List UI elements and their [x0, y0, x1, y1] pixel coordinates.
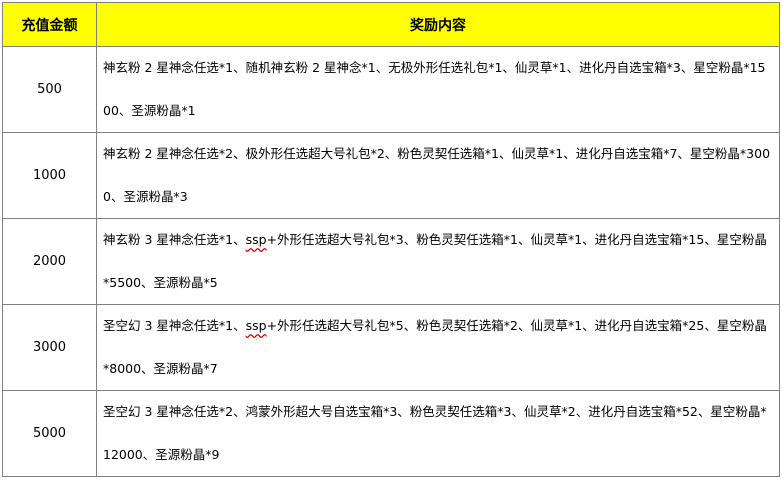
row-amount: 3000: [2, 304, 97, 391]
row-content: 神玄粉 2 星神念任选*1、随机神玄粉 2 星神念*1、无极外形任选礼包*1、仙…: [96, 46, 780, 133]
row-amount: 5000: [2, 390, 97, 477]
header-amount: 充值金额: [2, 2, 97, 47]
reward-text: 神玄粉 2 星神念任选*1、随机神玄粉 2 星神念*1、无极外形任选礼包*1、仙…: [103, 60, 766, 118]
reward-text: 圣空幻 3 星神念任选*1、: [103, 318, 246, 333]
reward-text: 神玄粉 3 星神念任选*1、: [103, 232, 246, 247]
reward-text: 神玄粉 2 星神念任选*2、极外形任选超大号礼包*2、粉色灵契任选箱*1、仙灵草…: [103, 146, 771, 204]
row-content: 神玄粉 3 星神念任选*1、ssp+外形任选超大号礼包*3、粉色灵契任选箱*1、…: [96, 218, 780, 305]
row-content: 神玄粉 2 星神念任选*2、极外形任选超大号礼包*2、粉色灵契任选箱*1、仙灵草…: [96, 132, 780, 219]
reward-table: 充值金额 奖励内容 500 神玄粉 2 星神念任选*1、随机神玄粉 2 星神念*…: [2, 2, 780, 477]
reward-text-ssp: ssp: [245, 232, 267, 247]
header-row: 充值金额 奖励内容: [2, 2, 780, 47]
table-row: 500 神玄粉 2 星神念任选*1、随机神玄粉 2 星神念*1、无极外形任选礼包…: [2, 46, 780, 133]
row-amount: 1000: [2, 132, 97, 219]
table-row: 2000 神玄粉 3 星神念任选*1、ssp+外形任选超大号礼包*3、粉色灵契任…: [2, 218, 780, 305]
table-row: 3000 圣空幻 3 星神念任选*1、ssp+外形任选超大号礼包*5、粉色灵契任…: [2, 304, 780, 391]
table-row: 1000 神玄粉 2 星神念任选*2、极外形任选超大号礼包*2、粉色灵契任选箱*…: [2, 132, 780, 219]
reward-text-ssp: ssp: [245, 318, 267, 333]
reward-text: 圣空幻 3 星神念任选*2、鸿蒙外形超大号自选宝箱*3、粉色灵契任选箱*3、仙灵…: [103, 404, 767, 462]
row-amount: 500: [2, 46, 97, 133]
header-content: 奖励内容: [96, 2, 780, 47]
table-row: 5000 圣空幻 3 星神念任选*2、鸿蒙外形超大号自选宝箱*3、粉色灵契任选箱…: [2, 390, 780, 477]
row-amount: 2000: [2, 218, 97, 305]
row-content: 圣空幻 3 星神念任选*2、鸿蒙外形超大号自选宝箱*3、粉色灵契任选箱*3、仙灵…: [96, 390, 780, 477]
row-content: 圣空幻 3 星神念任选*1、ssp+外形任选超大号礼包*5、粉色灵契任选箱*2、…: [96, 304, 780, 391]
